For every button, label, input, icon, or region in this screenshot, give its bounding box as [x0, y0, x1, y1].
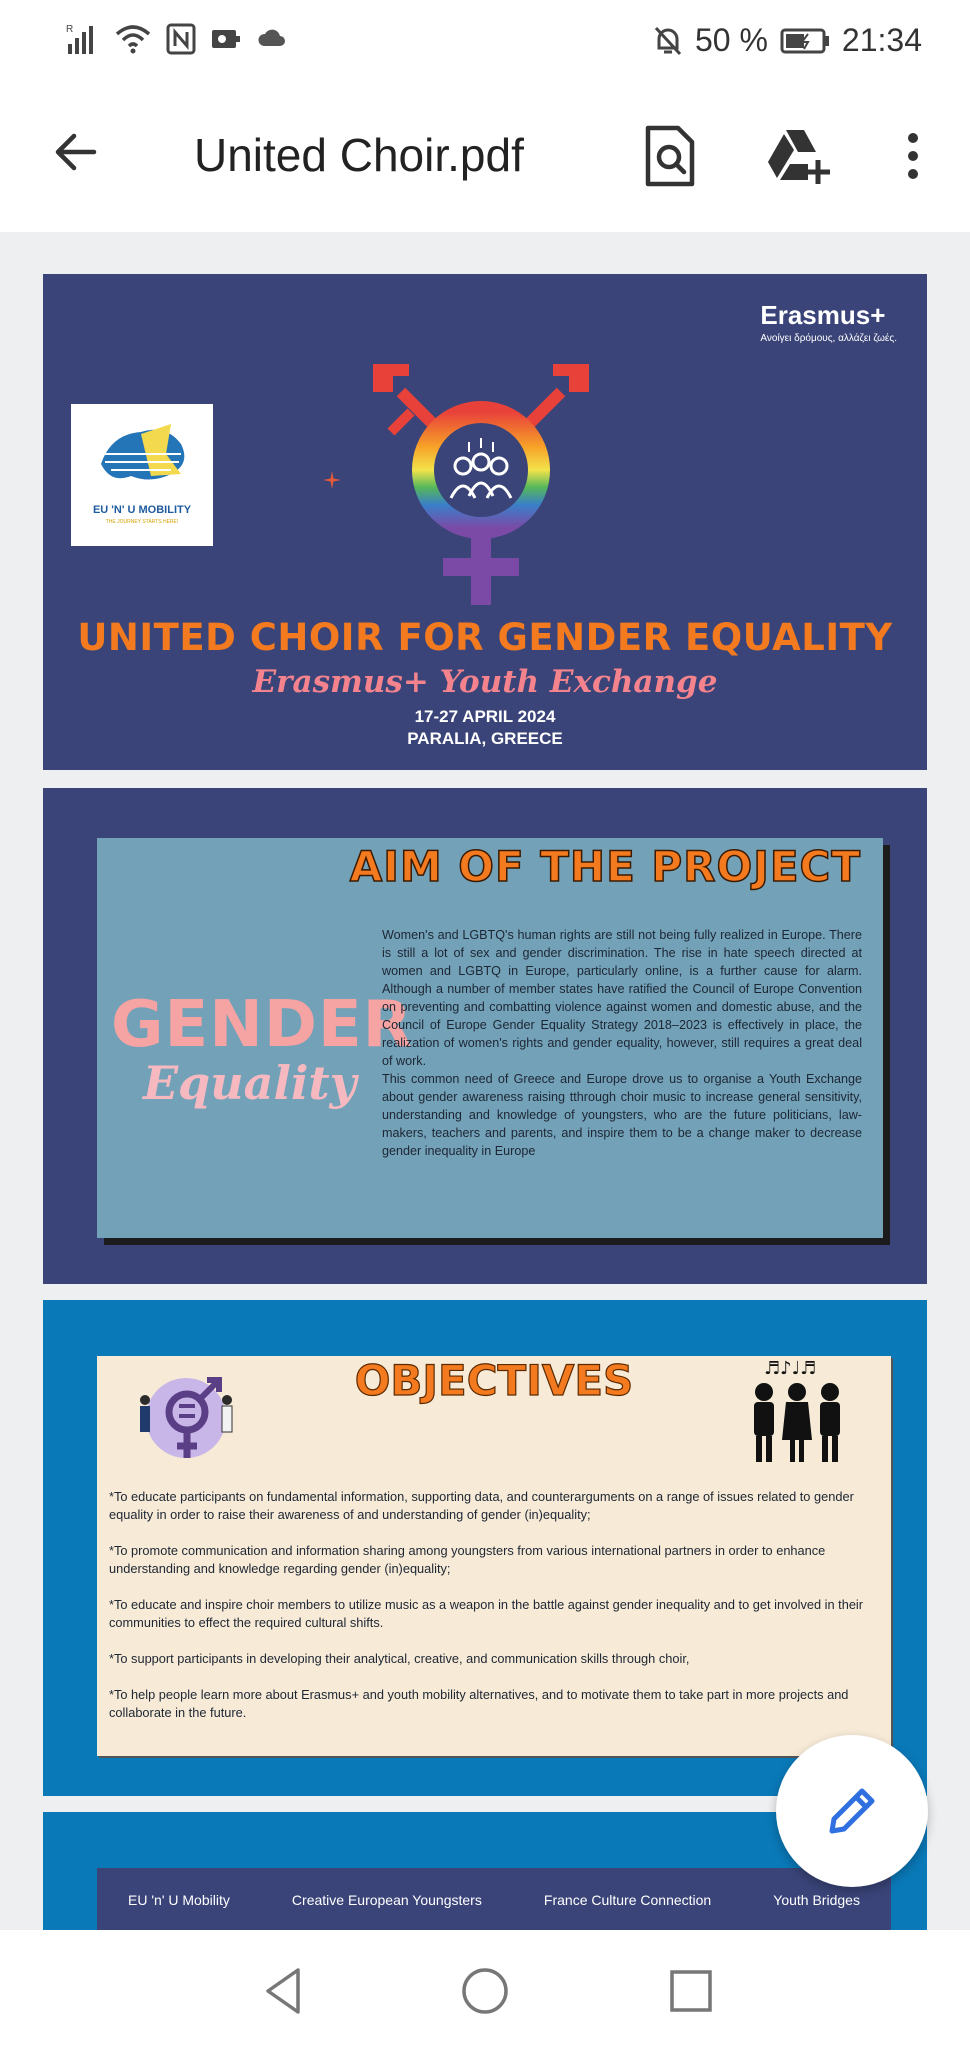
- erasmus-slogan: Ανοίγει δρόμους, αλλάζει ζωές.: [760, 333, 897, 344]
- poster-headline: UNITED CHOIR FOR GENDER EQUALITY: [77, 616, 893, 659]
- clock: 21:34: [841, 22, 922, 58]
- partners-bar: EU 'n' U Mobility Creative European Youn…: [97, 1868, 891, 1930]
- gender-choir-symbol-icon: [373, 364, 589, 605]
- partner-name: France Culture Connection: [543, 1892, 712, 1908]
- logo-text: EU 'N' U MOBILITY: [92, 504, 192, 516]
- equality-word: Equality: [143, 1056, 357, 1110]
- poster-location: PARALIA, GREECE: [407, 729, 563, 748]
- pdf-page-3: OBJECTIVES ♬♪♩♬ *To educate participants…: [43, 1300, 927, 1796]
- gender-word: GENDER: [111, 988, 413, 1062]
- drive-add-icon[interactable]: [766, 124, 830, 188]
- aim-body-text: Women's and LGBTQ's human rights are sti…: [382, 928, 862, 1158]
- battery-percent: 50 %: [694, 22, 768, 58]
- nfc-icon: [166, 23, 196, 55]
- status-bar: R 50 % 21:34: [0, 0, 970, 84]
- partner-name: Creative European Youngsters: [291, 1892, 482, 1908]
- erasmus-brand: Erasmus+: [760, 300, 886, 330]
- sparkle-icon: [323, 471, 341, 489]
- aim-card: AIM OF THE PROJECT GENDER Equality Women…: [97, 838, 883, 1238]
- nav-home-icon[interactable]: [458, 1964, 512, 2018]
- poster-dates: 17-27 APRIL 2024 PARALIA, GREECE: [43, 706, 927, 750]
- partner-name: EU 'n' U Mobility: [128, 1892, 230, 1908]
- objective-item: *To promote communication and informatio…: [109, 1543, 826, 1576]
- app-bar: United Choir.pdf: [0, 84, 970, 232]
- signal-icon: R: [66, 24, 93, 54]
- document-title: United Choir.pdf: [194, 129, 524, 181]
- objective-item: *To educate participants on fundamental …: [109, 1489, 854, 1522]
- objective-item: *To educate and inspire choir members to…: [109, 1597, 864, 1630]
- logo-tagline: THE JOURNEY STARTS HERE!: [105, 519, 179, 525]
- pdf-page-2: AIM OF THE PROJECT GENDER Equality Women…: [43, 788, 927, 1284]
- battery-icon: [780, 28, 829, 53]
- mute-icon: [654, 26, 682, 55]
- pdf-page-1: Erasmus+ Ανοίγει δρόμους, αλλάζει ζωές. …: [43, 274, 927, 770]
- objectives-list: *To educate participants on fundamental …: [109, 1488, 879, 1740]
- objective-item: *To help people learn more about Erasmus…: [109, 1687, 849, 1720]
- erasmus-logo: Erasmus+ Ανοίγει δρόμους, αλλάζει ζωές.: [760, 300, 897, 344]
- objective-item: *To support participants in developing t…: [109, 1651, 690, 1666]
- eu-n-u-logo: EU 'N' U MOBILITY THE JOURNEY STARTS HER…: [71, 404, 213, 546]
- wifi-icon: [115, 25, 151, 54]
- nav-recents-icon[interactable]: [664, 1964, 718, 2018]
- svg-text:R: R: [66, 24, 73, 35]
- system-nav-bar: [0, 1930, 970, 2048]
- aim-title: AIM OF THE PROJECT: [349, 841, 861, 892]
- svg-text:♬♪♩♬: ♬♪♩♬: [764, 1358, 816, 1379]
- choir-singers-icon: ♬♪♩♬: [754, 1358, 840, 1462]
- objectives-card: OBJECTIVES ♬♪♩♬ *To educate participants…: [97, 1355, 891, 1756]
- search-document-icon[interactable]: [640, 124, 700, 188]
- poster-date-range: 17-27 APRIL 2024: [414, 707, 556, 726]
- more-vert-icon[interactable]: [898, 124, 928, 188]
- nav-back-icon[interactable]: [258, 1964, 312, 2018]
- europe-map-icon: [101, 424, 185, 480]
- cloud-icon: [258, 29, 285, 46]
- status-right: 50 % 21:34: [653, 22, 922, 59]
- vpn-icon: [212, 30, 240, 48]
- edit-fab-button[interactable]: [776, 1735, 928, 1887]
- partner-name: Youth Bridges: [773, 1892, 860, 1908]
- edit-pencil-icon: [829, 1788, 875, 1834]
- poster-subhead: Erasmus+ Youth Exchange: [252, 664, 718, 700]
- status-left: R: [66, 22, 288, 56]
- pdf-viewer[interactable]: Erasmus+ Ανοίγει δρόμους, αλλάζει ζωές. …: [0, 232, 970, 1930]
- back-arrow-icon[interactable]: [48, 124, 104, 180]
